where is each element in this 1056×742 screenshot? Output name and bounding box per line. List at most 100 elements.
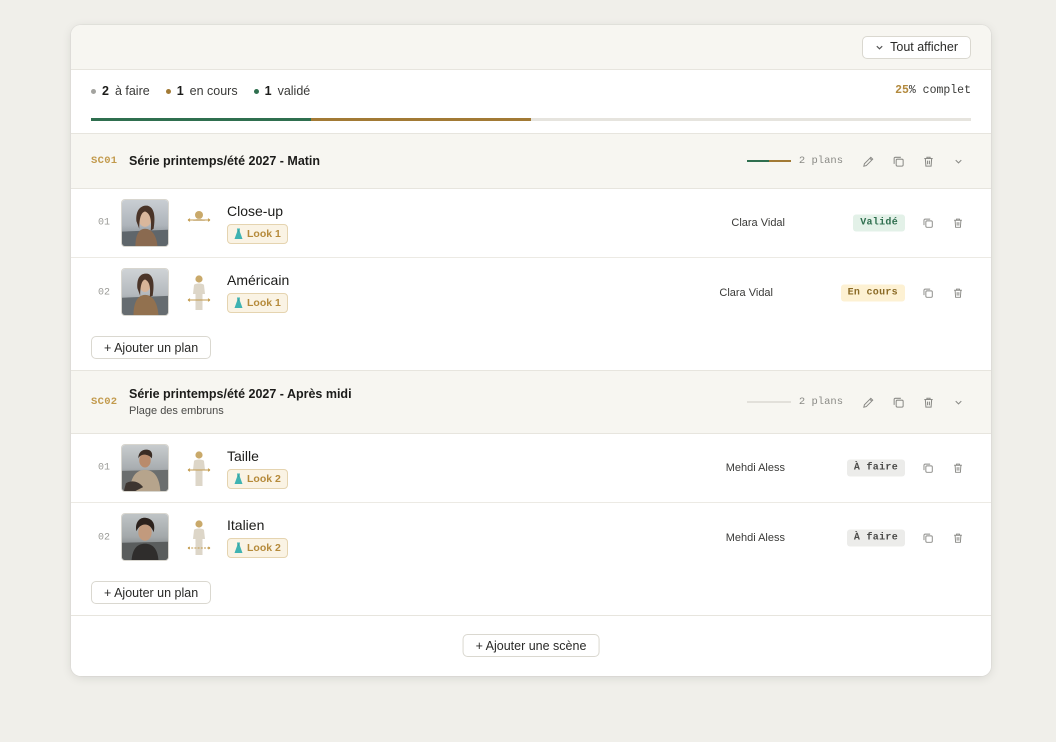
chevron-down-icon[interactable] [943, 392, 973, 412]
count-todo: 2 à faire [91, 84, 150, 98]
shot-name: Italien [227, 517, 265, 533]
toolbar: Tout afficher [71, 25, 991, 70]
assignee-name: Clara Vidal [719, 286, 773, 299]
dress-icon [234, 542, 243, 553]
count-in-progress: 1 en cours [165, 84, 238, 98]
shot-row[interactable]: 01 Close-up Look 1 Clara Vidal Validé [71, 189, 991, 258]
knee-framing-icon [187, 520, 211, 555]
status-badge[interactable]: À faire [846, 459, 905, 477]
shot-thumbnail[interactable] [121, 268, 169, 316]
trash-icon[interactable] [913, 151, 943, 171]
validated-dot-icon [253, 88, 259, 94]
look-tag[interactable]: Look 2 [227, 538, 288, 558]
status-badge[interactable]: Validé [853, 214, 905, 232]
shot-number: 02 [98, 532, 111, 543]
scene-plan-count: 2 plans [798, 396, 843, 408]
show-all-button[interactable]: Tout afficher [862, 35, 971, 59]
scene-progress-in-progress [768, 160, 791, 162]
scene-plan-count: 2 plans [798, 155, 843, 167]
trash-icon[interactable] [943, 528, 973, 548]
scene-title: Série printemps/été 2027 - Après midi [129, 387, 352, 401]
shot-number: 01 [98, 217, 111, 229]
count-validated: 1 validé [253, 84, 311, 98]
add-shot-row: + Ajouter un plan [71, 327, 991, 371]
shot-name: Taille [227, 448, 259, 464]
scene-progress-validated [746, 160, 769, 162]
trash-icon[interactable] [943, 213, 973, 233]
look-tag[interactable]: Look 2 [227, 469, 288, 489]
scene-header[interactable]: SC01 Série printemps/été 2027 - Matin 2 … [71, 134, 991, 189]
look-tag[interactable]: Look 1 [227, 224, 288, 244]
overall-progress-bar [91, 118, 971, 121]
card-footer: + Ajouter une scène [71, 615, 991, 676]
scene-subtitle: Plage des embruns [129, 405, 224, 417]
in-progress-dot-icon [165, 88, 171, 94]
scene-progress-bar [746, 160, 791, 162]
dress-icon [234, 297, 243, 308]
completion-percent-suffix: % complet [908, 84, 971, 97]
duplicate-icon[interactable] [883, 151, 913, 171]
edit-icon[interactable] [853, 392, 883, 412]
progress-segment-in-progress [311, 118, 531, 121]
count-todo-label: à faire [114, 84, 150, 98]
look-label: Look 1 [247, 228, 281, 240]
add-shot-button[interactable]: + Ajouter un plan [91, 336, 212, 359]
american-framing-icon [187, 275, 211, 310]
scene-code: SC01 [91, 155, 118, 167]
scene-code: SC02 [91, 396, 118, 408]
trash-icon[interactable] [943, 283, 973, 303]
look-label: Look 2 [247, 473, 281, 485]
shot-number: 01 [98, 462, 111, 474]
trash-icon[interactable] [943, 458, 973, 478]
completion-percent: 25% complet [895, 84, 971, 97]
count-in-progress-value: 1 [176, 84, 184, 98]
dress-icon [234, 228, 243, 239]
assignee-name: Clara Vidal [731, 217, 785, 229]
shot-name: Close-up [227, 203, 284, 219]
duplicate-icon[interactable] [883, 392, 913, 412]
status-badge[interactable]: En cours [840, 284, 905, 301]
scene-progress-bar [746, 401, 791, 403]
assignee-name: Mehdi Aless [725, 462, 785, 474]
todo-dot-icon [91, 88, 96, 94]
shot-row[interactable]: 02 Italien Look 2 Mehdi Aless À faire [71, 503, 991, 572]
edit-icon[interactable] [853, 151, 883, 171]
status-counts: 2 à faire 1 en cours 1 validé [91, 84, 310, 98]
look-tag[interactable]: Look 1 [227, 293, 288, 313]
chevron-down-icon[interactable] [943, 151, 973, 171]
scene-header[interactable]: SC02 Série printemps/été 2027 - Après mi… [71, 371, 991, 434]
count-validated-label: validé [277, 84, 311, 98]
duplicate-icon[interactable] [913, 283, 943, 303]
shot-thumbnail[interactable] [121, 199, 169, 247]
trash-icon[interactable] [913, 392, 943, 412]
chevron-down-icon [876, 45, 883, 50]
shot-thumbnail[interactable] [121, 513, 169, 561]
assignee-name: Mehdi Aless [725, 531, 785, 544]
add-scene-button[interactable]: + Ajouter une scène [462, 634, 600, 657]
progress-segment-validated [91, 118, 311, 121]
status-badge[interactable]: À faire [846, 529, 905, 546]
shot-row[interactable]: 01 Taille Look 2 Mehdi Aless À faire [71, 434, 991, 503]
shot-list-card: Tout afficher 2 à faire 1 en cours 1 val… [71, 25, 991, 676]
close-up-framing-icon [187, 211, 211, 222]
shot-name: Américain [227, 272, 290, 288]
duplicate-icon[interactable] [913, 213, 943, 233]
dress-icon [234, 473, 243, 484]
completion-percent-value: 25 [895, 84, 909, 97]
count-validated-value: 1 [264, 84, 272, 98]
duplicate-icon[interactable] [913, 458, 943, 478]
progress-summary: 2 à faire 1 en cours 1 validé 25% comple… [71, 70, 991, 134]
add-shot-row: + Ajouter un plan [71, 572, 991, 616]
count-todo-value: 2 [102, 84, 109, 98]
show-all-label: Tout afficher [890, 40, 958, 54]
shot-row[interactable]: 02 Américain Look 1 Clara Vidal En cours [71, 258, 991, 327]
duplicate-icon[interactable] [913, 528, 943, 548]
count-in-progress-label: en cours [189, 84, 238, 98]
look-label: Look 1 [247, 297, 281, 309]
add-shot-button[interactable]: + Ajouter un plan [91, 581, 212, 604]
shot-number: 02 [98, 287, 111, 298]
look-label: Look 2 [247, 542, 281, 554]
shot-thumbnail[interactable] [121, 444, 169, 492]
waist-framing-icon [187, 451, 211, 486]
scene-title: Série printemps/été 2027 - Matin [129, 154, 321, 168]
